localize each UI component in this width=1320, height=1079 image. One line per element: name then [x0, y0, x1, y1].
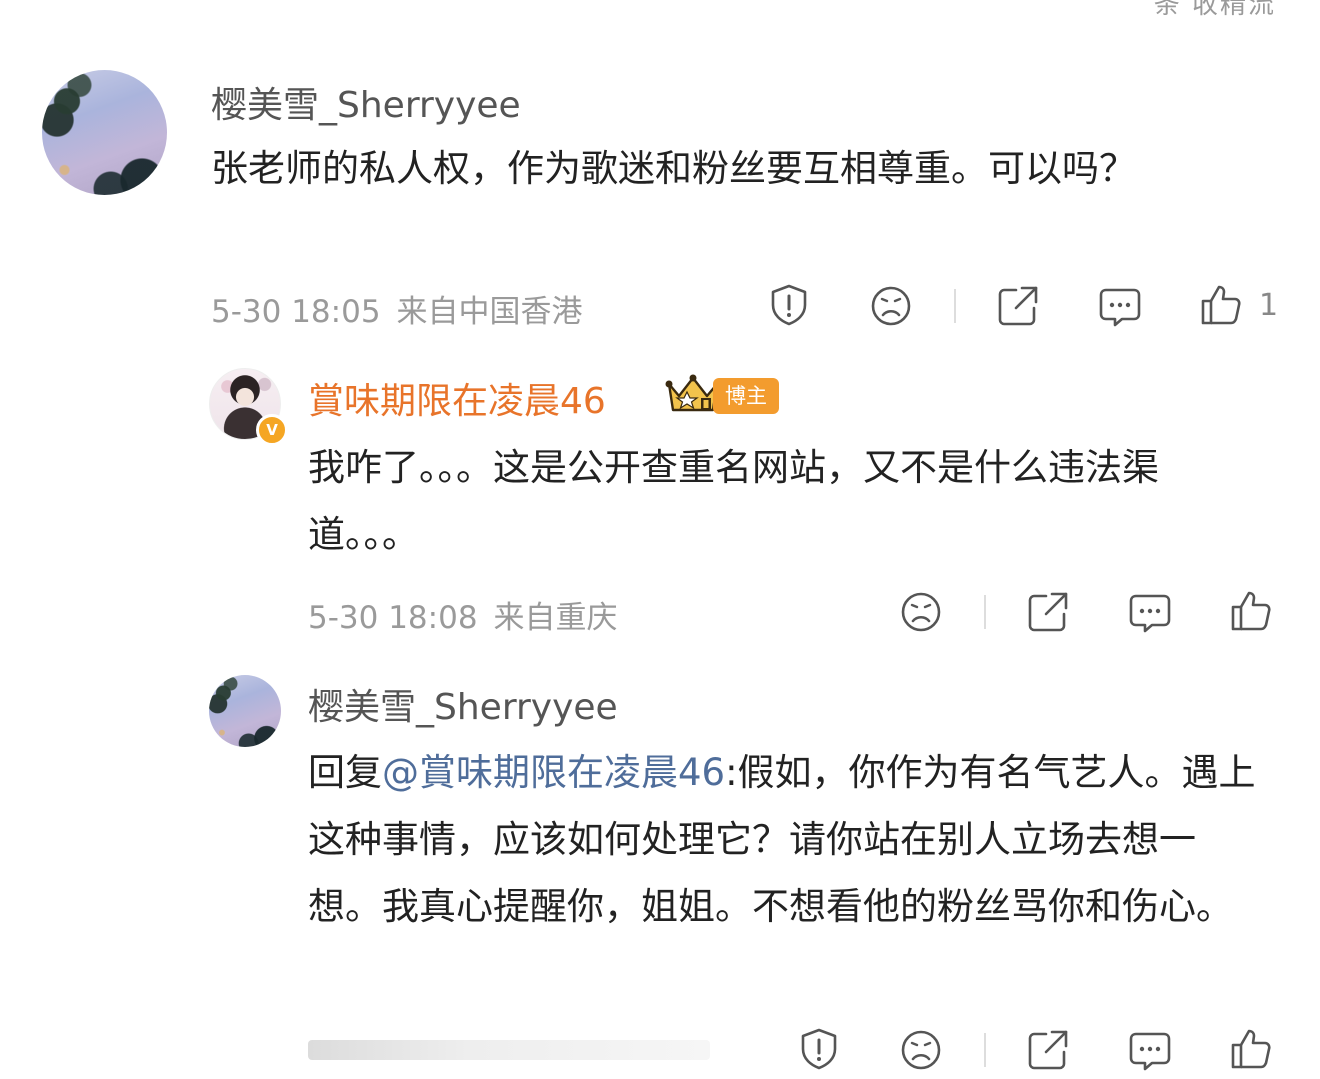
blogger-badge: 博主 — [713, 378, 779, 414]
comment-text: 我咋了。。。这是公开查重名网站，又不是什么违法渠道。。。 — [308, 446, 1159, 556]
comment-location: 来自中国香港 — [396, 294, 583, 330]
share-icon[interactable] — [1026, 1028, 1070, 1072]
comment-username[interactable]: 賞味期限在凌晨46 — [308, 372, 606, 424]
thumbs-up-icon[interactable] — [1229, 589, 1273, 633]
comment-username[interactable]: 樱美雪_Sherryyee — [211, 76, 521, 128]
comment-meta: 5-30 18:05 来自中国香港 — [211, 286, 583, 331]
verified-badge: V — [256, 414, 288, 446]
comment-date: 5-30 18:08 — [308, 600, 478, 636]
comment-meta: 5-30 18:08 来自重庆 — [308, 592, 618, 637]
dislike-face-icon[interactable] — [899, 590, 943, 634]
comment-text: 回复@賞味期限在凌晨46:假如，你作为有名气艺人。遇上这种事情，应该如何处理它？… — [308, 739, 1268, 940]
comment-icon[interactable] — [1128, 1029, 1172, 1073]
action-separator — [984, 1033, 986, 1067]
share-icon[interactable] — [996, 284, 1040, 328]
action-separator — [954, 289, 956, 323]
report-icon[interactable] — [797, 1027, 841, 1071]
truncated-meta-row — [308, 1040, 710, 1060]
dislike-face-icon[interactable] — [869, 284, 913, 328]
thumbs-up-icon[interactable] — [1229, 1027, 1273, 1071]
dislike-face-icon[interactable] — [899, 1028, 943, 1072]
comment-text: 张老师的私人权，作为歌迷和粉丝要互相尊重。可以吗？ — [211, 147, 1136, 190]
thumbs-up-icon[interactable] — [1199, 283, 1243, 327]
comment-icon[interactable] — [1128, 591, 1172, 635]
comment-location: 来自重庆 — [493, 600, 618, 636]
like-count: 1 — [1259, 288, 1279, 323]
action-separator — [984, 595, 986, 629]
reply-prefix: 回复 — [308, 751, 382, 794]
comment-username[interactable]: 樱美雪_Sherryyee — [308, 678, 618, 730]
share-icon[interactable] — [1026, 590, 1070, 634]
avatar[interactable] — [42, 70, 167, 195]
top-cutoff-text: 条 收精流 — [1153, 0, 1276, 20]
comment-date: 5-30 18:05 — [211, 294, 381, 330]
reply-mention-link[interactable]: @賞味期限在凌晨46 — [382, 751, 725, 794]
comment-icon[interactable] — [1098, 285, 1142, 329]
avatar[interactable] — [209, 675, 281, 747]
report-icon[interactable] — [767, 283, 811, 327]
